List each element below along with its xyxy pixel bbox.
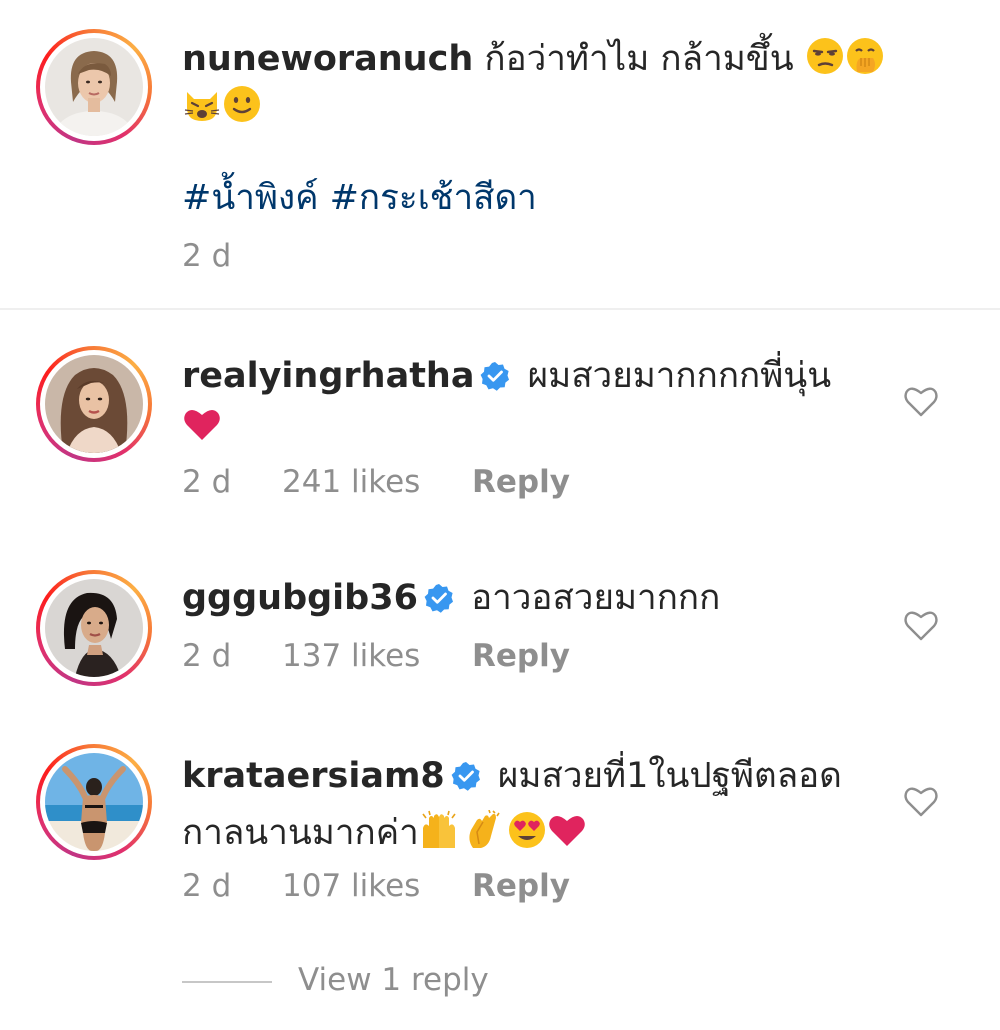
caption-line-2 <box>182 84 262 127</box>
like-heart-icon[interactable] <box>903 608 939 642</box>
comment: krataersiam8 ผมสวยที่1ในปฐพีตลอด กาลนานม… <box>0 730 1000 950</box>
comment-text: ผมสวยมากกกกพี่นุ่น <box>527 356 832 396</box>
comment: gggubgib36 อาวอสวยมากกก 2 d 137 likes Re… <box>0 530 1000 730</box>
likes-count[interactable]: 107 likes <box>282 868 420 904</box>
likes-count[interactable]: 137 likes <box>282 638 420 674</box>
avatar[interactable] <box>45 38 143 136</box>
reply-button[interactable]: Reply <box>472 464 570 500</box>
reply-button[interactable]: Reply <box>472 638 570 674</box>
like-heart-icon[interactable] <box>903 784 939 818</box>
username[interactable]: krataersiam8 <box>182 756 445 796</box>
username[interactable]: realyingrhatha <box>182 356 474 396</box>
like-heart-icon[interactable] <box>903 384 939 418</box>
red-heart-emoji <box>547 810 587 850</box>
timestamp: 2 d <box>182 868 232 904</box>
likes-count[interactable]: 241 likes <box>282 464 420 500</box>
unamused-face-emoji <box>805 36 845 76</box>
avatar[interactable] <box>45 355 143 453</box>
verified-badge-icon <box>424 583 454 613</box>
story-ring[interactable] <box>36 570 152 686</box>
reply-button[interactable]: Reply <box>472 868 570 904</box>
comment-text: อาวอสวยมากกก <box>471 578 721 618</box>
comment-text: ผมสวยที่1ในปฐพีตลอด <box>497 756 842 796</box>
avatar[interactable] <box>45 579 143 677</box>
slightly-smiling-face-emoji <box>222 84 262 124</box>
avatar[interactable] <box>45 753 143 851</box>
verified-badge-icon <box>480 361 510 391</box>
hashtags[interactable]: #น้ำพิงค์ #กระเช้าสีดา <box>182 178 537 218</box>
story-ring[interactable] <box>36 346 152 462</box>
comment-line-1: gggubgib36 อาวอสวยมากกก <box>182 578 720 618</box>
raising-hands-emoji <box>419 810 459 850</box>
clapping-hands-emoji <box>463 810 503 850</box>
comment: realyingrhatha ผมสวยมากกกกพี่นุ่น 2 d 24… <box>0 310 1000 530</box>
red-heart-emoji <box>182 404 222 444</box>
heart-eyes-emoji <box>507 810 547 850</box>
comment-text-continued: กาลนานมากค่า <box>182 813 419 853</box>
story-ring[interactable] <box>36 744 152 860</box>
comment-line-1: realyingrhatha ผมสวยมากกกกพี่นุ่น <box>182 356 831 396</box>
timestamp: 2 d <box>182 638 232 674</box>
weary-cat-emoji <box>182 84 222 124</box>
caption-line-1: nuneworanuch ก้อว่าทำไม กล้ามขึ้น <box>182 36 885 79</box>
caption-block: nuneworanuch ก้อว่าทำไม กล้ามขึ้น #น้ำพิ… <box>0 0 1000 308</box>
username[interactable]: gggubgib36 <box>182 578 418 618</box>
story-ring[interactable] <box>36 29 152 145</box>
comment-line-1: krataersiam8 ผมสวยที่1ในปฐพีตลอด <box>182 756 842 796</box>
username[interactable]: nuneworanuch <box>182 39 473 79</box>
face-with-hand-over-mouth-emoji <box>845 36 885 76</box>
comment-line-2 <box>182 404 222 447</box>
replies-divider-line <box>182 981 272 983</box>
caption-text: ก้อว่าทำไม กล้ามขึ้น <box>484 39 794 79</box>
timestamp: 2 d <box>182 238 232 274</box>
verified-badge-icon <box>451 761 481 791</box>
timestamp: 2 d <box>182 464 232 500</box>
comment-line-2: กาลนานมากค่า <box>182 810 587 853</box>
view-replies-button[interactable]: View 1 reply <box>298 962 489 998</box>
